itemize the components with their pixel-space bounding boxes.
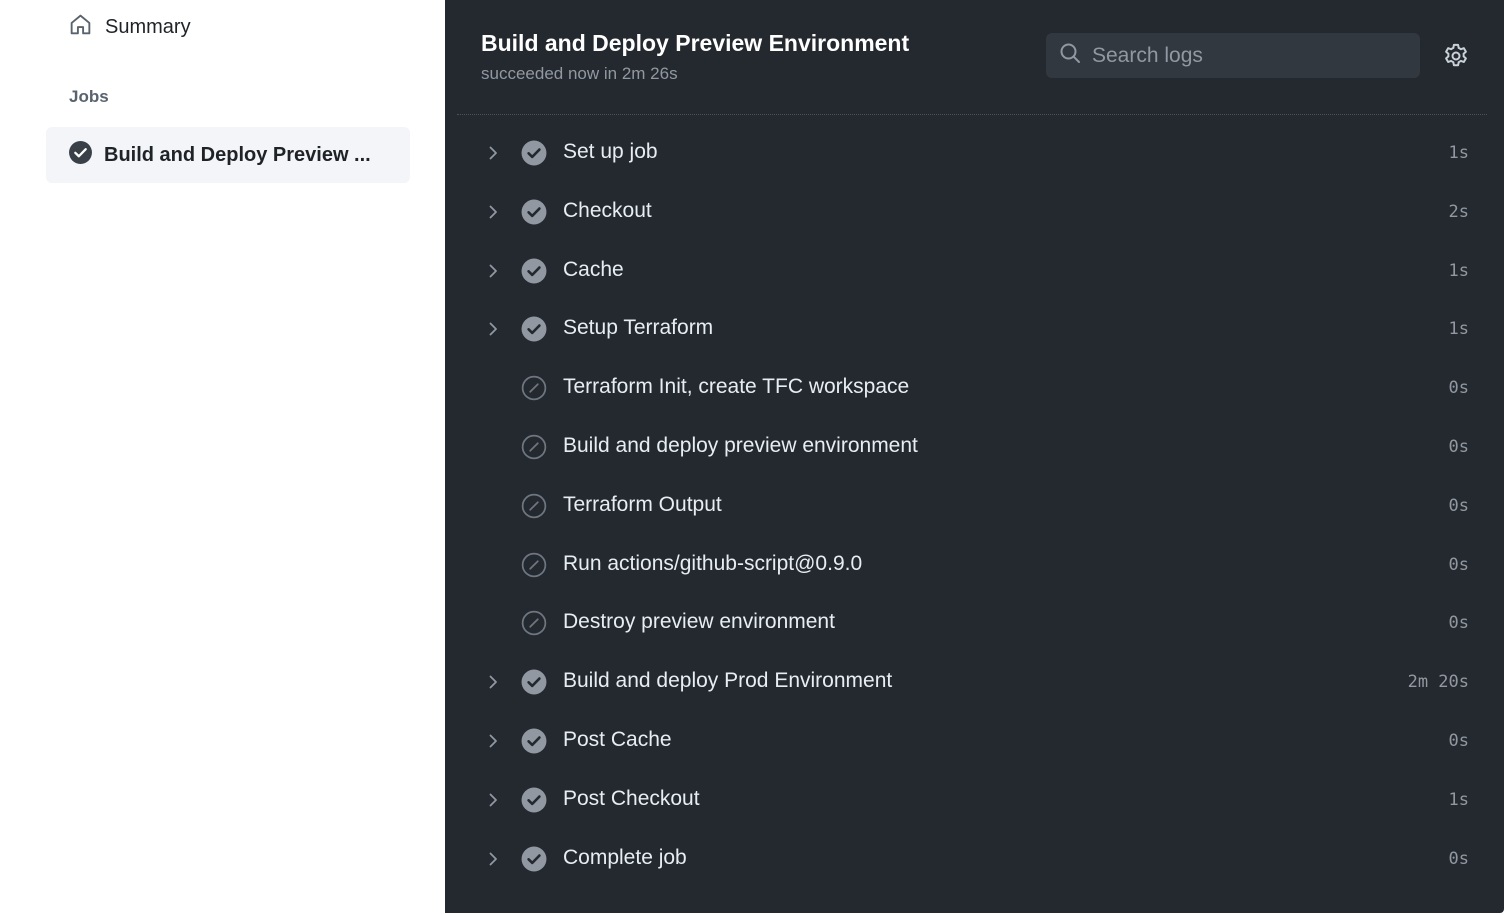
chevron-right-icon[interactable] <box>483 790 503 810</box>
check-circle-icon <box>521 258 547 284</box>
check-circle-icon <box>521 140 547 166</box>
job-status-subtitle: succeeded now in 2m 26s <box>481 64 678 83</box>
job-label: Build and Deploy Preview ... <box>104 143 371 166</box>
skipped-icon <box>521 434 547 460</box>
step-row[interactable]: Post Checkout 1s <box>469 771 1481 829</box>
check-circle-icon <box>521 316 547 342</box>
job-item-build-deploy-preview[interactable]: Build and Deploy Preview ... <box>46 127 410 183</box>
jobs-heading: Jobs <box>69 87 109 106</box>
check-circle-icon <box>521 846 547 872</box>
summary-label: Summary <box>105 15 191 38</box>
chevron-right-icon[interactable] <box>483 202 503 222</box>
step-name: Complete job <box>563 845 687 869</box>
check-circle-icon <box>68 140 93 170</box>
step-name: Checkout <box>563 198 652 222</box>
step-row[interactable]: Run actions/github-script@0.9.0 0s <box>469 536 1481 594</box>
step-name: Cache <box>563 257 624 281</box>
search-icon <box>1058 41 1082 70</box>
step-row[interactable]: Build and deploy Prod Environment 2m 20s <box>469 653 1481 711</box>
step-duration: 0s <box>1448 437 1469 457</box>
step-name: Run actions/github-script@0.9.0 <box>563 551 863 575</box>
step-duration: 0s <box>1448 378 1469 399</box>
step-row[interactable]: Post Cache 0s <box>469 712 1481 770</box>
step-duration: 2m 20s <box>1407 672 1469 693</box>
chevron-right-icon[interactable] <box>483 849 503 869</box>
step-name: Build and deploy preview environment <box>563 434 918 457</box>
chevron-right-icon[interactable] <box>483 319 503 339</box>
chevron-right-icon[interactable] <box>483 672 503 692</box>
step-name: Terraform Init, create TFC workspace <box>563 375 910 399</box>
step-duration: 0s <box>1448 495 1469 516</box>
step-duration: 1s <box>1448 319 1469 340</box>
step-duration: 0s <box>1448 613 1469 634</box>
step-name: Post Cache <box>563 728 672 751</box>
step-duration: 0s <box>1448 554 1469 575</box>
step-name: Setup Terraform <box>563 316 714 340</box>
step-duration: 1s <box>1448 143 1469 163</box>
search-logs-input[interactable] <box>1092 43 1392 68</box>
step-duration: 2s <box>1448 201 1469 222</box>
chevron-right-icon[interactable] <box>483 731 503 751</box>
step-row[interactable]: Destroy preview environment 0s <box>469 594 1481 652</box>
step-row[interactable]: Terraform Output 0s <box>469 477 1481 535</box>
step-name: Post Checkout <box>563 786 700 810</box>
check-circle-icon <box>521 728 547 754</box>
job-title: Build and Deploy Preview Environment <box>481 30 910 56</box>
check-circle-icon <box>521 199 547 225</box>
step-row[interactable]: Cache 1s <box>469 242 1481 300</box>
step-duration: 0s <box>1448 731 1469 751</box>
check-circle-icon <box>521 787 547 813</box>
chevron-right-icon[interactable] <box>483 143 503 163</box>
step-duration: 0s <box>1448 848 1469 869</box>
step-row[interactable]: Terraform Init, create TFC workspace 0s <box>469 359 1481 417</box>
skipped-icon <box>521 375 547 401</box>
step-row[interactable]: Set up job 1s <box>469 124 1481 182</box>
skipped-icon <box>521 552 547 578</box>
summary-link[interactable]: Summary <box>68 12 191 42</box>
home-icon <box>68 12 93 42</box>
skipped-icon <box>521 493 547 519</box>
step-name: Build and deploy Prod Environment <box>563 669 893 693</box>
step-row[interactable]: Checkout 2s <box>469 183 1481 241</box>
job-log-panel: Build and Deploy Preview Environment suc… <box>445 0 1504 913</box>
header-divider <box>457 114 1487 115</box>
settings-button[interactable] <box>1442 42 1470 70</box>
step-name: Terraform Output <box>563 492 722 516</box>
step-name: Destroy preview environment <box>563 610 835 634</box>
skipped-icon <box>521 610 547 636</box>
chevron-right-icon[interactable] <box>483 261 503 281</box>
step-row[interactable]: Complete job 0s <box>469 830 1481 888</box>
step-name: Set up job <box>563 140 658 163</box>
check-circle-icon <box>521 669 547 695</box>
search-logs-box[interactable] <box>1046 33 1420 78</box>
step-duration: 1s <box>1448 260 1469 281</box>
sidebar: Summary Jobs Build and Deploy Preview ..… <box>0 0 445 915</box>
step-duration: 1s <box>1448 789 1469 810</box>
gear-icon <box>1442 43 1470 74</box>
step-row[interactable]: Build and deploy preview environment 0s <box>469 418 1481 476</box>
step-row[interactable]: Setup Terraform 1s <box>469 300 1481 358</box>
